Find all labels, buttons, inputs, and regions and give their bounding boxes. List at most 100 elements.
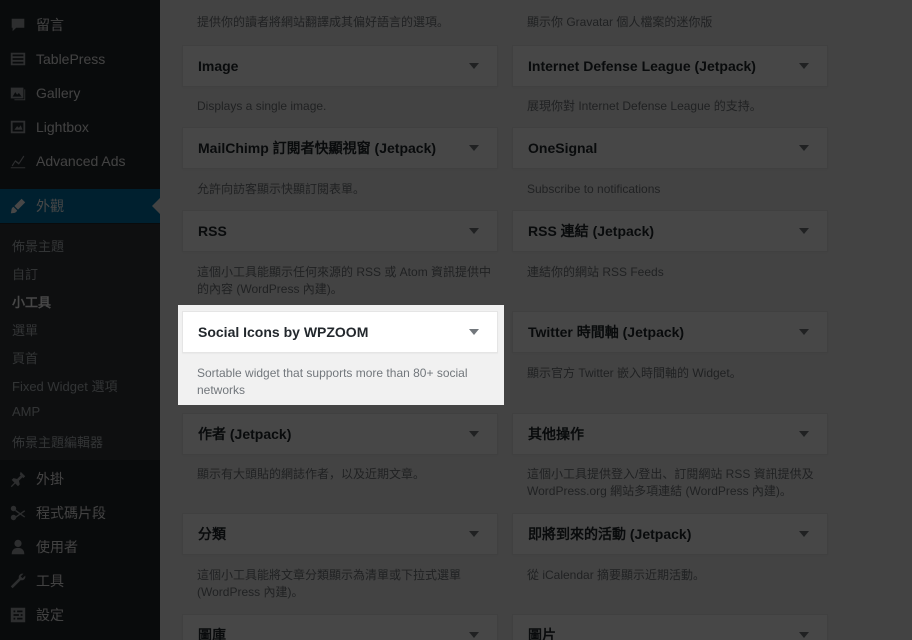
scissors-icon	[0, 504, 36, 522]
widget-title: RSS	[198, 223, 227, 239]
widget-image-alt[interactable]: 圖片	[512, 614, 828, 640]
chevron-down-icon[interactable]	[799, 63, 809, 69]
chevron-down-icon[interactable]	[799, 329, 809, 335]
chevron-down-icon[interactable]	[469, 63, 479, 69]
widget-title: 作者 (Jetpack)	[198, 426, 292, 442]
plugin-icon	[0, 470, 36, 488]
sidebar-item-label: 設定	[36, 607, 64, 623]
sidebar-item-comments[interactable]: 留言	[0, 8, 160, 42]
chart-icon	[0, 152, 36, 170]
brush-icon	[0, 197, 36, 215]
widget-image[interactable]: Image	[182, 45, 498, 87]
sidebar-item-tools[interactable]: 工具	[0, 564, 160, 598]
sidebar-item-users[interactable]: 使用者	[0, 530, 160, 564]
widget-categories[interactable]: 分類	[182, 513, 498, 555]
sidebar-item-tablepress[interactable]: TablePress	[0, 42, 160, 76]
settings-icon	[0, 606, 36, 624]
widget-title: Internet Defense League (Jetpack)	[528, 58, 756, 74]
sidebar-item-label: 使用者	[36, 539, 78, 555]
widget-description: 展現你對 Internet Defense League 的支持。	[527, 99, 762, 113]
sidebar-item-lightbox[interactable]: Lightbox	[0, 110, 160, 144]
sidebar-item-gallery[interactable]: Gallery	[0, 76, 160, 110]
widget-onesignal[interactable]: OneSignal	[512, 127, 828, 169]
sidebar-item-plugins[interactable]: 外掛	[0, 462, 160, 496]
table-icon	[0, 50, 36, 68]
widget-description: 這個小工具能將文章分類顯示為清單或下拉式選單 (WordPress 內建)。	[197, 568, 462, 599]
chevron-down-icon[interactable]	[469, 228, 479, 234]
widget-description: 連結你的網站 RSS Feeds	[527, 265, 664, 279]
widget-title: 即將到來的活動 (Jetpack)	[528, 526, 692, 542]
submenu-item-menus[interactable]: 選單	[12, 320, 38, 339]
widget-title: RSS 連結 (Jetpack)	[528, 223, 655, 239]
widget-description: 顯示你 Gravatar 個人檔案的迷你版	[527, 15, 713, 29]
chevron-down-icon[interactable]	[799, 531, 809, 537]
comment-icon	[0, 16, 36, 34]
chevron-down-icon[interactable]	[469, 431, 479, 437]
appearance-submenu: 佈景主題 自訂 小工具 選單 頁首 Fixed Widget 選項 AMP 佈景…	[0, 224, 160, 460]
sidebar-item-label: 外觀	[36, 198, 64, 214]
widget-meta[interactable]: 其他操作	[512, 413, 828, 455]
submenu-item-theme-editor[interactable]: 佈景主題編輯器	[12, 432, 103, 451]
widget-description: Sortable widget that supports more than …	[197, 366, 468, 397]
sidebar-item-label: 程式碼片段	[36, 505, 106, 521]
sidebar-item-label: TablePress	[36, 51, 106, 67]
widget-mailchimp[interactable]: MailChimp 訂閱者快顯視窗 (Jetpack)	[182, 127, 498, 169]
chevron-down-icon[interactable]	[469, 531, 479, 537]
chevron-down-icon[interactable]	[469, 145, 479, 151]
widget-title: Image	[198, 58, 239, 74]
widget-rss[interactable]: RSS	[182, 210, 498, 252]
user-icon	[0, 538, 36, 556]
widget-title: 分類	[198, 526, 226, 542]
widget-description: 顯示官方 Twitter 嵌入時間軸的 Widget。	[527, 366, 742, 380]
submenu-item-header[interactable]: 頁首	[12, 348, 38, 367]
widget-title: Twitter 時間軸 (Jetpack)	[528, 324, 685, 340]
submenu-item-themes[interactable]: 佈景主題	[12, 236, 64, 255]
sidebar-item-label: Gallery	[36, 85, 81, 101]
widget-rss-links[interactable]: RSS 連結 (Jetpack)	[512, 210, 828, 252]
widget-social-icons[interactable]: Social Icons by WPZOOM	[182, 311, 498, 353]
widget-title: OneSignal	[528, 140, 598, 156]
submenu-item-amp[interactable]: AMP	[12, 404, 40, 419]
admin-sidebar: 佈景主題 自訂 小工具 選單 頁首 Fixed Widget 選項 AMP 佈景…	[0, 0, 160, 640]
widget-description: Displays a single image.	[197, 99, 327, 113]
sidebar-item-label: 留言	[36, 17, 64, 33]
widget-gallery[interactable]: 圖庫	[182, 614, 498, 640]
widget-title: 圖庫	[198, 627, 226, 640]
sidebar-item-appearance[interactable]: 外觀	[0, 189, 160, 223]
widget-description: 這個小工具提供登入/登出、訂閱網站 RSS 資訊提供及 WordPress.or…	[527, 467, 814, 498]
chevron-down-icon[interactable]	[799, 431, 809, 437]
submenu-item-widgets[interactable]: 小工具	[12, 292, 51, 311]
highlighted-widget-area: Social Icons by WPZOOM Sortable widget t…	[178, 305, 504, 405]
submenu-item-customize[interactable]: 自訂	[12, 264, 38, 283]
sidebar-item-settings[interactable]: 設定	[0, 598, 160, 632]
widget-description: 顯示有大頭貼的網誌作者，以及近期文章。	[197, 467, 426, 481]
chevron-down-icon[interactable]	[799, 632, 809, 638]
lightbox-icon	[0, 118, 36, 136]
widget-internet-defense-league[interactable]: Internet Defense League (Jetpack)	[512, 45, 828, 87]
chevron-down-icon[interactable]	[469, 329, 479, 335]
sidebar-item-label: Advanced Ads	[36, 153, 126, 169]
widget-title: 圖片	[528, 627, 556, 640]
chevron-down-icon[interactable]	[469, 632, 479, 638]
widget-description: 這個小工具能顯示任何來源的 RSS 或 Atom 資訊提供中的內容 (WordP…	[197, 265, 492, 296]
sidebar-item-code-snippets[interactable]: 程式碼片段	[0, 496, 160, 530]
sidebar-item-label: 外掛	[36, 471, 64, 487]
widget-title: Social Icons by WPZOOM	[198, 324, 369, 340]
sidebar-item-label: 工具	[36, 573, 64, 589]
widget-description: 允許向訪客顯示快顯訂閱表單。	[197, 182, 366, 196]
widget-twitter-timeline[interactable]: Twitter 時間軸 (Jetpack)	[512, 311, 828, 353]
widget-description: 從 iCalendar 摘要顯示近期活動。	[527, 568, 706, 582]
submenu-item-fixed-widget[interactable]: Fixed Widget 選項	[12, 376, 117, 395]
widget-upcoming-events[interactable]: 即將到來的活動 (Jetpack)	[512, 513, 828, 555]
sidebar-item-label: Lightbox	[36, 119, 89, 135]
chevron-down-icon[interactable]	[799, 228, 809, 234]
widget-author[interactable]: 作者 (Jetpack)	[182, 413, 498, 455]
widget-title: MailChimp 訂閱者快顯視窗 (Jetpack)	[198, 140, 437, 156]
widget-description: Subscribe to notifications	[527, 182, 661, 196]
chevron-down-icon[interactable]	[799, 145, 809, 151]
widget-title: 其他操作	[528, 426, 584, 442]
gallery-icon	[0, 84, 36, 102]
wrench-icon	[0, 572, 36, 590]
sidebar-item-advanced-ads[interactable]: Advanced Ads	[0, 144, 160, 178]
widget-description: 提供你的讀者將網站翻譯成其偏好語言的選項。	[197, 15, 450, 29]
